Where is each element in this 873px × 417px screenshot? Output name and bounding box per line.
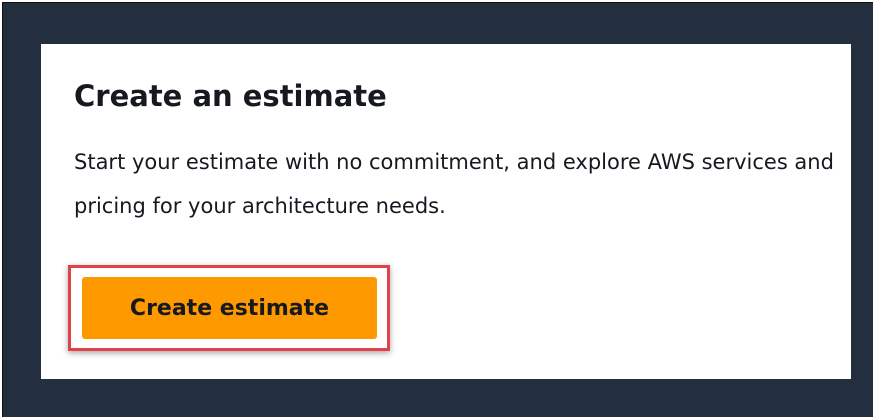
create-estimate-card: Create an estimate Start your estimate w… <box>41 44 851 379</box>
create-estimate-button[interactable]: Create estimate <box>82 277 377 339</box>
dark-frame-background: Create an estimate Start your estimate w… <box>2 2 873 417</box>
card-description: Start your estimate with no commitment, … <box>74 150 834 218</box>
card-title: Create an estimate <box>74 79 387 113</box>
highlight-outline: Create estimate <box>68 265 390 351</box>
